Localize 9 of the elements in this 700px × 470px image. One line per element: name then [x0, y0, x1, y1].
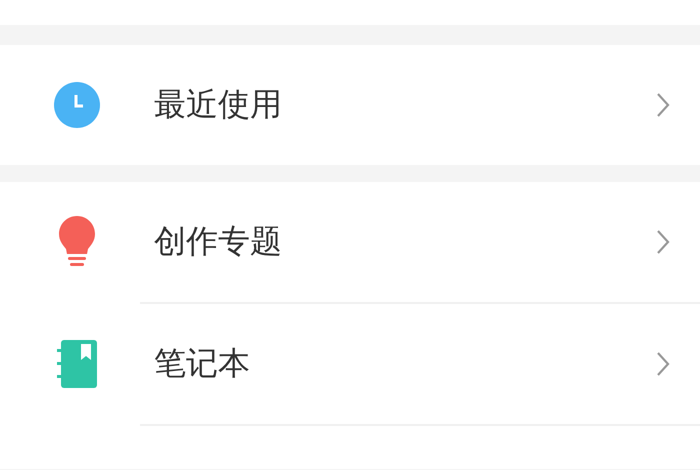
chevron-right-icon — [656, 92, 670, 118]
chevron-right-icon — [656, 229, 670, 255]
clock-icon — [54, 82, 100, 128]
menu-item[interactable]: 最近使用 — [0, 45, 700, 165]
chevron-right-icon — [656, 351, 670, 377]
menu-item[interactable]: 笔记本 — [140, 302, 700, 424]
menu-item[interactable]: 创作专题 — [0, 182, 700, 302]
lightbulb-icon — [59, 216, 95, 268]
notebook-icon — [57, 340, 97, 388]
